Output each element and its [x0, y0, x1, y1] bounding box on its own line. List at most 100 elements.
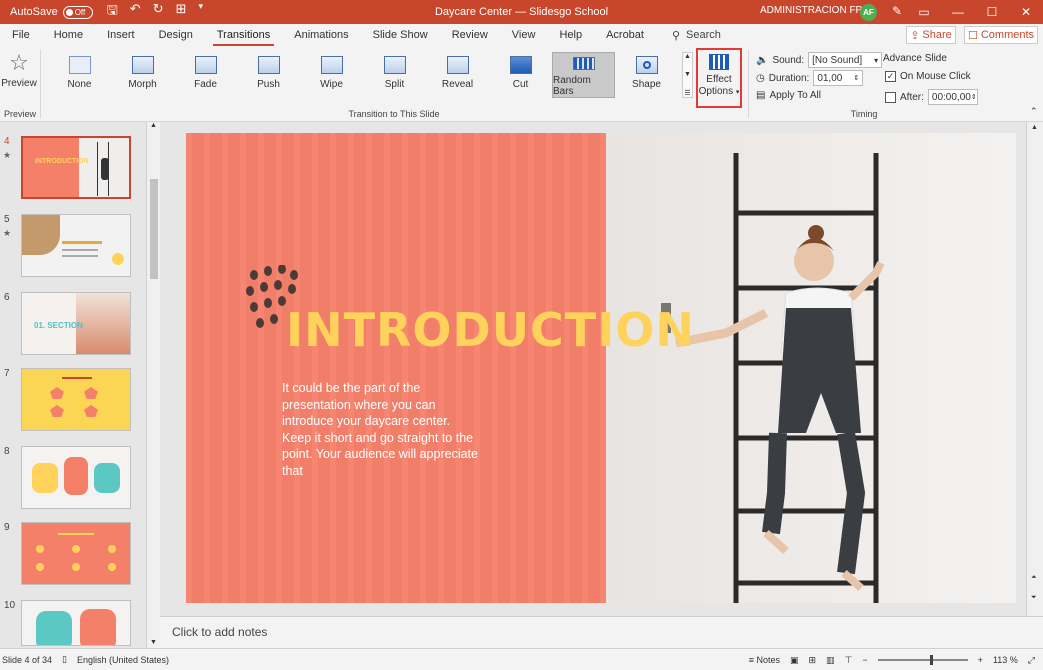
transition-random-bars[interactable]: Random Bars: [552, 52, 615, 98]
present-icon[interactable]: ⊞: [176, 1, 187, 23]
transition-push[interactable]: Push: [237, 52, 300, 98]
share-button[interactable]: ⇪ Share: [906, 26, 956, 44]
apply-all-button[interactable]: ▤ Apply To All: [756, 90, 821, 101]
slide-thumb-7[interactable]: 7: [0, 368, 145, 434]
scroll-up-icon[interactable]: ▲: [150, 122, 157, 129]
transition-split[interactable]: Split: [363, 52, 426, 98]
scroll-thumb[interactable]: [150, 179, 158, 279]
autosave[interactable]: AutoSave Off: [10, 5, 93, 19]
minimize-icon[interactable]: —: [941, 0, 975, 24]
prev-slide-icon[interactable]: ⏶: [1031, 574, 1037, 582]
tab-help[interactable]: Help: [547, 24, 594, 46]
transition-shape[interactable]: Shape: [615, 52, 678, 98]
slide-orange-block: [186, 133, 606, 603]
slide-body-text[interactable]: It could be the part of the presentation…: [282, 380, 482, 479]
tab-view[interactable]: View: [500, 24, 548, 46]
notes-pane[interactable]: Click to add notes: [160, 616, 1043, 648]
gallery-more-icon[interactable]: ☰: [684, 89, 690, 97]
tab-slide-show[interactable]: Slide Show: [361, 24, 440, 46]
transition-wipe[interactable]: Wipe: [300, 52, 363, 98]
transition-none[interactable]: None: [48, 52, 111, 98]
gallery-up-icon[interactable]: ▲: [684, 53, 691, 60]
clock-icon: ◷: [756, 72, 765, 84]
transition-reveal[interactable]: Reveal: [426, 52, 489, 98]
zoom-out-icon[interactable]: −: [862, 655, 867, 665]
ribbon-display-icon[interactable]: ▭: [907, 0, 941, 24]
slide-thumb-6[interactable]: 6 01. SECTION: [0, 292, 145, 358]
effect-options-icon: [709, 54, 729, 70]
avatar[interactable]: AF: [860, 4, 877, 21]
reading-view-icon[interactable]: ▥: [826, 655, 835, 666]
zoom-in-icon[interactable]: +: [978, 655, 983, 665]
spinner-icon[interactable]: ⇕: [971, 93, 977, 101]
status-bar: Slide 4 of 34 ▯ English (United States) …: [0, 648, 1043, 670]
tab-home[interactable]: Home: [42, 24, 95, 46]
notes-toggle[interactable]: ≡ Notes: [749, 655, 780, 665]
gallery-down-icon[interactable]: ▼: [684, 71, 691, 78]
duration-row: ◷ Duration: 01,00 ⇕: [756, 70, 864, 86]
tab-acrobat[interactable]: Acrobat: [594, 24, 656, 46]
duration-input[interactable]: 01,00 ⇕: [813, 70, 864, 86]
slide-thumb-4[interactable]: 4 ★ INTRODUCTION: [0, 136, 145, 202]
slide-sorter-icon[interactable]: ⊞: [809, 655, 817, 666]
spellcheck-icon[interactable]: ▯: [62, 654, 67, 665]
search-box[interactable]: ⚲ Search: [672, 29, 721, 42]
title-bar: AutoSave Off 🖫 ↶ ↻ ⊞ ▾ Daycare Center — …: [0, 0, 1043, 24]
apply-all-icon: ▤: [756, 90, 766, 101]
redo-icon[interactable]: ↻: [153, 1, 164, 23]
zoom-level[interactable]: 113 %: [993, 655, 1018, 665]
pen-icon[interactable]: ✎: [892, 4, 902, 18]
zoom-slider[interactable]: [877, 655, 968, 665]
scroll-down-icon[interactable]: ▼: [150, 639, 157, 646]
group-label-transition: Transition to This Slide: [348, 109, 440, 119]
effect-options-button[interactable]: Effect Options ▾: [696, 48, 742, 108]
save-icon[interactable]: 🖫: [107, 1, 118, 23]
after-checkbox[interactable]: [885, 91, 896, 103]
sound-select[interactable]: [No Sound] ▾: [808, 52, 883, 68]
transition-fade[interactable]: Fade: [174, 52, 237, 98]
slide-thumb-5[interactable]: 5 ★: [0, 214, 145, 280]
user-name[interactable]: ADMINISTRACION FP: [760, 5, 862, 16]
spinner-icon[interactable]: ⇕: [853, 74, 859, 82]
customize-qat-icon[interactable]: ▾: [199, 1, 204, 23]
sound-row: 🔈 Sound: [No Sound] ▾: [756, 52, 883, 68]
notes-icon: ≡: [748, 655, 754, 665]
search-icon: ⚲: [671, 29, 681, 42]
reveal-icon: [446, 56, 469, 74]
push-icon: [257, 56, 280, 74]
language-indicator[interactable]: English (United States): [77, 655, 169, 665]
search-label: Search: [686, 29, 721, 41]
maximize-icon[interactable]: ☐: [975, 0, 1009, 24]
transition-morph[interactable]: Morph: [111, 52, 174, 98]
normal-view-icon[interactable]: ▣: [790, 655, 799, 666]
slide-title[interactable]: INTRODUCTION: [286, 303, 695, 357]
fit-to-window-icon[interactable]: ⤢: [1028, 655, 1035, 666]
scroll-up-icon[interactable]: ▲: [1031, 124, 1038, 131]
undo-icon[interactable]: ↶: [130, 1, 141, 23]
slideshow-icon[interactable]: ⊤: [845, 655, 853, 666]
zoom-knob[interactable]: [929, 655, 933, 665]
tab-review[interactable]: Review: [440, 24, 500, 46]
tab-animations[interactable]: Animations: [282, 24, 360, 46]
random-bars-icon: [572, 57, 595, 70]
tab-design[interactable]: Design: [147, 24, 205, 46]
slide-thumb-8[interactable]: 8: [0, 446, 145, 512]
on-mouse-click-checkbox[interactable]: ✓ On Mouse Click: [885, 71, 971, 82]
preview-button[interactable]: ☆ Preview: [1, 50, 37, 98]
current-slide[interactable]: INTRODUCTION It could be the part of the…: [186, 133, 1016, 603]
after-input[interactable]: 00:00,00 ⇕: [927, 89, 978, 105]
next-slide-icon[interactable]: ⏷: [1031, 594, 1037, 602]
autosave-toggle[interactable]: Off: [62, 5, 93, 19]
fade-icon: [194, 56, 217, 74]
slide-thumb-9[interactable]: 9: [0, 522, 145, 588]
collapse-ribbon-icon[interactable]: ⌃: [1030, 106, 1038, 117]
tab-insert[interactable]: Insert: [95, 24, 147, 46]
close-icon[interactable]: ✕: [1009, 0, 1043, 24]
comments-button[interactable]: ☐ Comments: [964, 26, 1038, 44]
tab-file[interactable]: File: [0, 24, 42, 46]
slide-panel-scrollbar[interactable]: ▲ ▼: [146, 122, 160, 648]
transition-cut[interactable]: Cut: [489, 52, 552, 98]
tab-transitions[interactable]: Transitions: [205, 24, 282, 46]
slide-editor: INTRODUCTION It could be the part of the…: [160, 122, 1043, 616]
slide-editor-scrollbar[interactable]: ▲ ⏶ ⏷: [1026, 122, 1043, 616]
